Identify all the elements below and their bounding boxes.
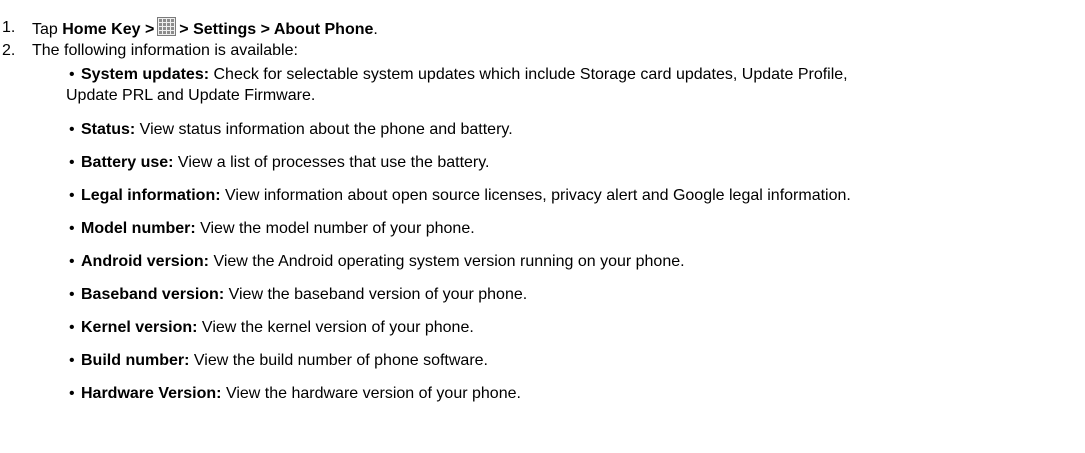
item-term: Battery use: bbox=[81, 154, 174, 171]
item-term: Legal information: bbox=[81, 187, 221, 204]
item-term: Build number: bbox=[81, 352, 190, 369]
item-description-continued: Update PRL and Update Firmware. bbox=[66, 87, 316, 104]
item-term: System updates: bbox=[81, 66, 210, 83]
step-suffix: . bbox=[373, 21, 378, 38]
item-description: View the Android operating system versio… bbox=[209, 253, 685, 270]
bullet: • bbox=[69, 253, 75, 270]
item-term: Kernel version: bbox=[81, 319, 198, 336]
home-key-label: Home Key > bbox=[62, 21, 155, 38]
bullet: • bbox=[69, 66, 75, 83]
bullet: • bbox=[69, 385, 75, 402]
bullet: • bbox=[69, 154, 75, 171]
bullet: • bbox=[69, 352, 75, 369]
item-description: View the hardware version of your phone. bbox=[221, 385, 521, 402]
bullet: • bbox=[69, 220, 75, 237]
item-term: Baseband version: bbox=[81, 286, 225, 303]
item-description: View the build number of phone software. bbox=[189, 352, 488, 369]
step-prefix: Tap bbox=[32, 21, 63, 38]
bullet: • bbox=[69, 187, 75, 204]
bullet: • bbox=[69, 286, 75, 303]
settings-path-label: > Settings > About Phone bbox=[179, 21, 374, 38]
item-description: View the model number of your phone. bbox=[195, 220, 475, 237]
step-number: 2. bbox=[2, 42, 16, 59]
item-term: Model number: bbox=[81, 220, 196, 237]
item-description: View status information about the phone … bbox=[135, 121, 513, 138]
item-term: Hardware Version: bbox=[81, 385, 222, 402]
step-text: The following information is available: bbox=[32, 42, 298, 59]
bullet: • bbox=[69, 319, 75, 336]
item-term: Status: bbox=[81, 121, 136, 138]
item-description: View information about open source licen… bbox=[220, 187, 851, 204]
item-term: Android version: bbox=[81, 253, 210, 270]
item-description: View a list of processes that use the ba… bbox=[173, 154, 490, 171]
item-description: View the baseband version of your phone. bbox=[224, 286, 528, 303]
apps-grid-icon bbox=[157, 17, 177, 36]
step-text: Tap Home Key > > Settings > About Phone. bbox=[32, 17, 378, 41]
bullet: • bbox=[69, 121, 75, 138]
step-number: 1. bbox=[2, 19, 16, 36]
about-phone-instructions: 1. Tap Home Key > > Settings > About Pho… bbox=[0, 0, 1085, 453]
item-description: Check for selectable system updates whic… bbox=[209, 66, 848, 83]
item-description: View the kernel version of your phone. bbox=[197, 319, 474, 336]
